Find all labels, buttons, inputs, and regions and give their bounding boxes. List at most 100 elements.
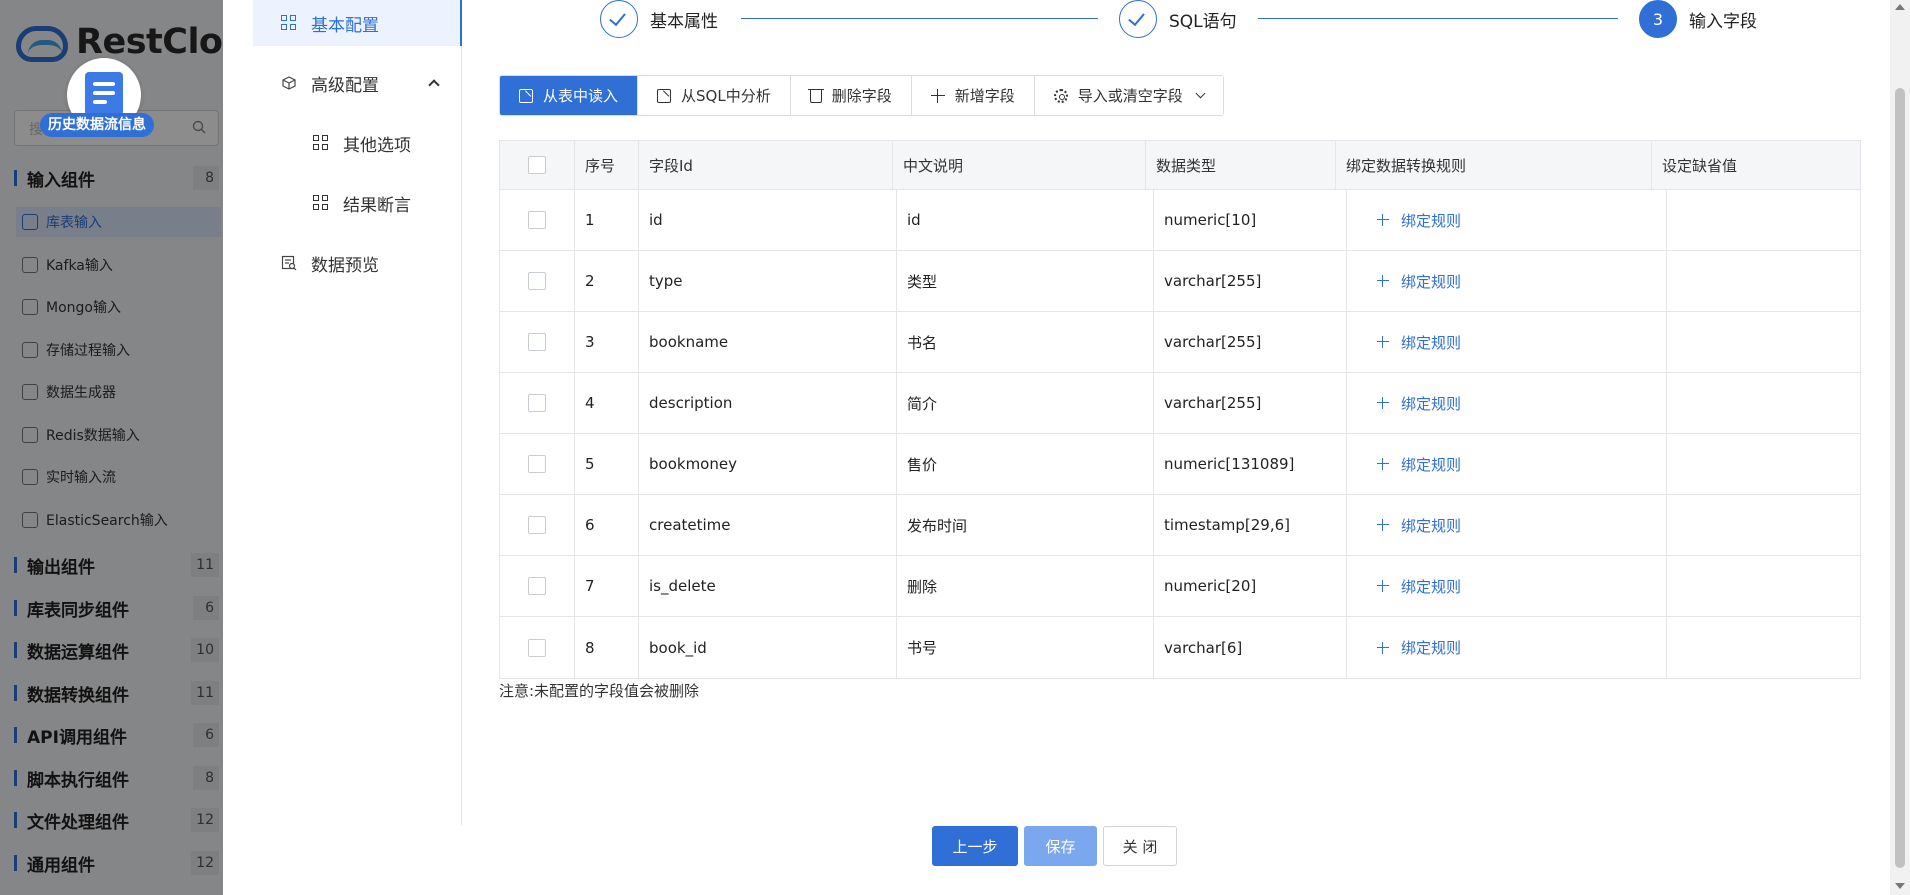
bind-rule-label: 绑定规则 bbox=[1401, 394, 1462, 413]
cell-cn-desc[interactable]: 书号 bbox=[897, 617, 1154, 678]
nav-label: 结果断言 bbox=[343, 195, 411, 216]
cell-no: 5 bbox=[575, 434, 639, 494]
cell-data-type[interactable]: numeric[20] bbox=[1154, 556, 1347, 616]
bind-rule-link[interactable]: 绑定规则 bbox=[1377, 515, 1461, 536]
cell-no: 7 bbox=[575, 556, 639, 616]
bind-rule-link[interactable]: 绑定规则 bbox=[1377, 332, 1461, 353]
cell-field-id[interactable]: is_delete bbox=[639, 556, 897, 616]
read-from-table-button[interactable]: 从表中读入 bbox=[500, 76, 639, 115]
cell-field-id[interactable]: bookname bbox=[639, 312, 897, 372]
row-checkbox[interactable] bbox=[528, 272, 546, 290]
cell-field-id[interactable]: createtime bbox=[639, 495, 897, 555]
cell-default[interactable] bbox=[1667, 495, 1860, 555]
nav-item-advanced-config[interactable]: 高级配置 bbox=[253, 60, 462, 106]
cell-no: 3 bbox=[575, 312, 639, 372]
bind-rule-label: 绑定规则 bbox=[1401, 639, 1462, 657]
close-button[interactable]: 关 闭 bbox=[1103, 826, 1177, 866]
grid-icon bbox=[313, 135, 329, 151]
row-checkbox[interactable] bbox=[528, 455, 546, 473]
step-connector bbox=[1258, 18, 1618, 19]
cell-field-id[interactable]: bookmoney bbox=[639, 434, 897, 494]
step-label: 输入字段 bbox=[1689, 11, 1757, 32]
nav-label: 数据预览 bbox=[311, 255, 379, 276]
cell-field-id[interactable]: type bbox=[639, 251, 897, 311]
row-checkbox[interactable] bbox=[528, 333, 546, 351]
nav-label: 基本配置 bbox=[311, 15, 379, 36]
cell-default[interactable] bbox=[1667, 556, 1860, 616]
cell-default[interactable] bbox=[1667, 617, 1860, 678]
cell-default[interactable] bbox=[1667, 434, 1860, 494]
bind-rule-link[interactable]: 绑定规则 bbox=[1377, 576, 1461, 597]
step-sql[interactable]: SQL语句 bbox=[1119, 0, 1237, 38]
cell-field-id[interactable]: book_id bbox=[639, 617, 897, 678]
step-input-fields[interactable]: 3 输入字段 bbox=[1639, 0, 1757, 38]
config-nav: 基本配置 高级配置 其他选项 结果断言 数据预览 bbox=[253, 0, 462, 825]
button-label: 导入或清空字段 bbox=[1077, 87, 1183, 105]
delete-warning-note: 注意:未配置的字段值会被删除 bbox=[499, 682, 700, 700]
cell-cn-desc[interactable]: 删除 bbox=[897, 556, 1154, 616]
bind-rule-label: 绑定规则 bbox=[1401, 211, 1462, 230]
scroll-up-arrow-icon[interactable] bbox=[1895, 4, 1905, 10]
row-checkbox[interactable] bbox=[528, 394, 546, 412]
row-checkbox[interactable] bbox=[528, 211, 546, 229]
row-checkbox[interactable] bbox=[528, 638, 546, 657]
cell-no: 6 bbox=[575, 495, 639, 555]
table-row: 2 type 类型 varchar[255] 绑定规则 bbox=[500, 251, 1860, 312]
button-label: 新增字段 bbox=[954, 87, 1015, 105]
analyze-sql-button[interactable]: 从SQL中分析 bbox=[638, 76, 791, 115]
button-label: 删除字段 bbox=[831, 87, 892, 105]
nav-item-data-preview[interactable]: 数据预览 bbox=[281, 240, 379, 286]
bind-rule-label: 绑定规则 bbox=[1401, 455, 1462, 474]
cell-cn-desc[interactable]: 类型 bbox=[897, 251, 1154, 311]
cube-icon bbox=[282, 76, 296, 90]
add-field-button[interactable]: 新增字段 bbox=[911, 76, 1035, 115]
cell-data-type[interactable]: numeric[10] bbox=[1154, 190, 1347, 250]
step-connector bbox=[741, 18, 1098, 19]
cell-default[interactable] bbox=[1667, 190, 1860, 250]
cell-data-type[interactable]: varchar[255] bbox=[1154, 373, 1347, 433]
bind-rule-link[interactable]: 绑定规则 bbox=[1377, 637, 1461, 658]
cell-field-id[interactable]: id bbox=[639, 190, 897, 250]
cell-cn-desc[interactable]: 简介 bbox=[897, 373, 1154, 433]
delete-field-button[interactable]: 删除字段 bbox=[790, 76, 912, 115]
nav-item-other-options[interactable]: 其他选项 bbox=[313, 120, 411, 166]
plus-icon bbox=[1377, 641, 1389, 654]
bind-rule-link[interactable]: 绑定规则 bbox=[1377, 271, 1461, 292]
flow-history-badge[interactable]: 历史数据流信息 bbox=[40, 58, 170, 138]
page-scrollbar[interactable] bbox=[1890, 0, 1910, 895]
cell-cn-desc[interactable]: 售价 bbox=[897, 434, 1154, 494]
plus-icon bbox=[1377, 214, 1389, 226]
cell-default[interactable] bbox=[1667, 312, 1860, 372]
header-default: 设定缺省值 bbox=[1662, 156, 1738, 175]
bind-rule-link[interactable]: 绑定规则 bbox=[1377, 210, 1461, 231]
table-row: 8 book_id 书号 varchar[6] 绑定规则 bbox=[500, 617, 1860, 678]
cell-data-type[interactable]: timestamp[29,6] bbox=[1154, 495, 1347, 555]
cell-field-id[interactable]: description bbox=[639, 373, 897, 433]
plus-icon bbox=[1377, 458, 1389, 470]
row-checkbox[interactable] bbox=[528, 516, 546, 534]
cell-cn-desc[interactable]: id bbox=[897, 190, 1154, 250]
cell-default[interactable] bbox=[1667, 373, 1860, 433]
step-basic-props[interactable]: 基本属性 bbox=[600, 0, 718, 38]
row-checkbox[interactable] bbox=[528, 577, 546, 595]
scroll-down-arrow-icon[interactable] bbox=[1895, 883, 1905, 889]
cell-data-type[interactable]: varchar[255] bbox=[1154, 251, 1347, 311]
bind-rule-link[interactable]: 绑定规则 bbox=[1377, 393, 1461, 414]
select-all-checkbox[interactable] bbox=[528, 156, 546, 174]
nav-item-basic-config[interactable]: 基本配置 bbox=[253, 0, 462, 46]
nav-item-result-assert[interactable]: 结果断言 bbox=[313, 180, 411, 226]
cell-default[interactable] bbox=[1667, 251, 1860, 311]
bind-rule-link[interactable]: 绑定规则 bbox=[1377, 454, 1461, 475]
cell-cn-desc[interactable]: 书名 bbox=[897, 312, 1154, 372]
cell-cn-desc[interactable]: 发布时间 bbox=[897, 495, 1154, 555]
scrollbar-thumb[interactable] bbox=[1895, 88, 1905, 868]
cell-data-type[interactable]: numeric[131089] bbox=[1154, 434, 1347, 494]
cell-data-type[interactable]: varchar[255] bbox=[1154, 312, 1347, 372]
cell-no: 8 bbox=[575, 617, 639, 678]
import-clear-dropdown[interactable]: 导入或清空字段 bbox=[1034, 76, 1223, 115]
save-button[interactable]: 保存 bbox=[1024, 826, 1097, 866]
header-field-id: 字段Id bbox=[639, 141, 893, 189]
cell-data-type[interactable]: varchar[6] bbox=[1154, 617, 1347, 678]
plus-icon bbox=[1377, 580, 1389, 592]
prev-step-button[interactable]: 上一步 bbox=[932, 826, 1018, 866]
